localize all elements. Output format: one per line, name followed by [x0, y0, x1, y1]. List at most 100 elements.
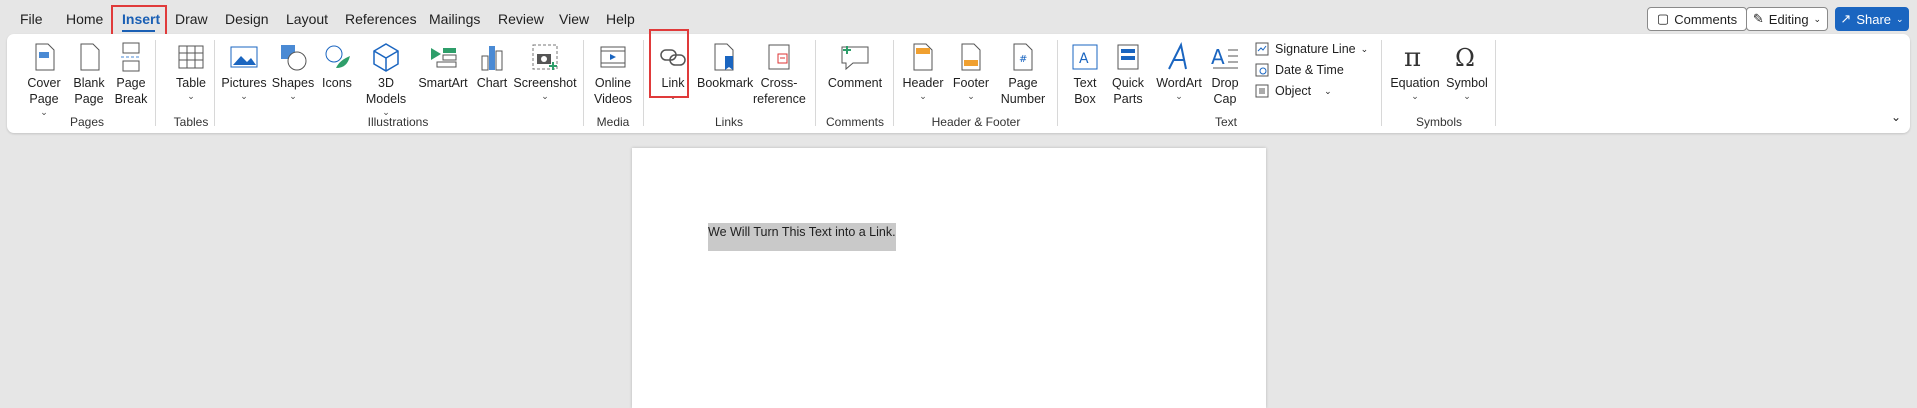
group-separator	[1495, 40, 1496, 126]
object-icon	[1255, 84, 1269, 98]
tab-layout[interactable]: Layout	[286, 9, 328, 29]
object-button[interactable]: Object ⌄	[1254, 83, 1332, 99]
tab-file[interactable]: File	[20, 9, 43, 29]
header-icon	[913, 43, 933, 71]
table-icon	[178, 45, 204, 69]
wordart-button[interactable]: WordArt ⌄	[1153, 42, 1205, 101]
group-separator	[643, 40, 644, 126]
wordart-icon	[1168, 42, 1187, 70]
drop-cap-icon: A	[1211, 45, 1238, 69]
cross-reference-icon	[768, 44, 790, 70]
icons-button[interactable]: Icons	[317, 42, 357, 91]
group-separator	[214, 40, 215, 126]
comments-button[interactable]: ▢ Comments	[1647, 7, 1747, 31]
footer-button[interactable]: Footer ⌄	[949, 42, 993, 101]
group-label-comments: Comments	[825, 115, 884, 129]
editing-mode-button[interactable]: ✎ Editing ⌄	[1746, 7, 1828, 31]
3d-models-button[interactable]: 3D Models ⌄	[358, 42, 414, 117]
tab-design[interactable]: Design	[225, 9, 269, 29]
tab-help[interactable]: Help	[606, 9, 635, 29]
smartart-icon	[431, 48, 457, 68]
blank-page-button[interactable]: Blank Page	[69, 42, 109, 107]
group-separator	[893, 40, 894, 126]
group-label-links: Links	[714, 115, 743, 129]
comments-button-label: Comments	[1674, 11, 1738, 27]
svg-text:A: A	[1079, 51, 1089, 67]
selected-text[interactable]: We Will Turn This Text into a Link.	[708, 223, 896, 251]
tab-home[interactable]: Home	[66, 9, 103, 29]
cover-page-button[interactable]: Cover Page ⌄	[13, 42, 75, 117]
group-separator	[1057, 40, 1058, 126]
signature-line-button[interactable]: Signature Line ⌄	[1254, 41, 1368, 57]
chart-button[interactable]: Chart	[473, 42, 511, 91]
group-label-pages: Pages	[69, 115, 105, 129]
new-comment-button[interactable]: Comment	[825, 42, 885, 91]
group-separator	[155, 40, 156, 126]
group-label-media: Media	[596, 115, 630, 129]
group-label-tables: Tables	[173, 115, 209, 129]
quick-parts-button[interactable]: Quick Parts	[1108, 42, 1148, 107]
group-label-header-footer: Header & Footer	[931, 115, 1021, 129]
svg-text:#: #	[1019, 54, 1027, 65]
chevron-down-icon: ⌄	[1813, 13, 1822, 24]
calendar-clock-icon	[1255, 63, 1269, 77]
page-break-icon	[121, 42, 141, 72]
table-button[interactable]: Table ⌄	[164, 42, 218, 101]
share-label: Share	[1856, 11, 1892, 27]
page-number-icon: #	[1013, 43, 1033, 71]
tab-draw[interactable]: Draw	[175, 9, 208, 29]
shapes-button[interactable]: Shapes ⌄	[271, 42, 315, 101]
svg-text:A: A	[1211, 45, 1225, 69]
signature-line-icon	[1255, 42, 1269, 56]
pictures-button[interactable]: Pictures ⌄	[219, 42, 269, 101]
shapes-icon	[281, 45, 307, 71]
tab-view[interactable]: View	[559, 9, 589, 29]
text-box-button[interactable]: A Text Box	[1066, 42, 1104, 107]
svg-text:π: π	[1404, 43, 1421, 72]
collapse-ribbon-chevron-icon[interactable]: ⌄	[1891, 110, 1901, 124]
cross-reference-button[interactable]: Cross-reference	[753, 42, 806, 107]
header-button[interactable]: Header ⌄	[900, 42, 946, 101]
screenshot-button[interactable]: Screenshot ⌄	[513, 42, 577, 101]
drop-cap-button[interactable]: A Drop Cap	[1207, 42, 1243, 107]
footer-icon	[961, 43, 981, 71]
online-videos-button[interactable]: Online Videos	[589, 42, 637, 107]
tab-review[interactable]: Review	[498, 9, 544, 29]
bookmark-icon	[714, 43, 734, 71]
tab-references[interactable]: References	[345, 9, 417, 29]
chart-icon	[481, 46, 503, 71]
group-separator	[815, 40, 816, 126]
svg-text:Ω: Ω	[1455, 44, 1475, 72]
tab-mailings[interactable]: Mailings	[429, 9, 480, 29]
pencil-icon: ✎	[1752, 11, 1764, 26]
page-break-button[interactable]: Page Break	[110, 42, 152, 107]
smartart-button[interactable]: SmartArt	[415, 42, 471, 91]
screenshot-icon	[532, 44, 558, 70]
group-label-illustrations: Illustrations	[367, 115, 429, 129]
comment-icon: ▢	[1656, 11, 1670, 26]
link-button-highlight	[649, 29, 689, 98]
cube-icon	[373, 43, 399, 72]
pi-icon: π	[1404, 43, 1421, 72]
equation-button[interactable]: π Equation ⌄	[1388, 42, 1442, 101]
symbol-button[interactable]: Ω Symbol ⌄	[1444, 42, 1490, 101]
date-time-button[interactable]: Date & Time	[1254, 62, 1344, 78]
group-label-text: Text	[1214, 115, 1237, 129]
bookmark-button[interactable]: Bookmark	[697, 42, 753, 91]
omega-icon: Ω	[1455, 44, 1475, 72]
group-separator	[1381, 40, 1382, 126]
video-icon	[600, 46, 626, 68]
text-box-icon: A	[1072, 44, 1098, 70]
blank-page-icon	[80, 43, 100, 71]
chevron-down-icon: ⌄	[1896, 13, 1904, 24]
share-icon: ↗	[1840, 11, 1852, 26]
share-button[interactable]: ↗ Share ⌄	[1835, 7, 1909, 31]
document-page[interactable]: We Will Turn This Text into a Link.	[632, 148, 1266, 408]
quick-parts-icon	[1117, 44, 1139, 70]
picture-icon	[230, 46, 258, 68]
editing-label: Editing	[1768, 11, 1809, 27]
comment-icon	[841, 46, 869, 71]
icons-gallery-icon	[325, 45, 350, 68]
page-number-button[interactable]: # Page Number	[995, 42, 1051, 107]
cover-page-icon	[35, 43, 55, 71]
